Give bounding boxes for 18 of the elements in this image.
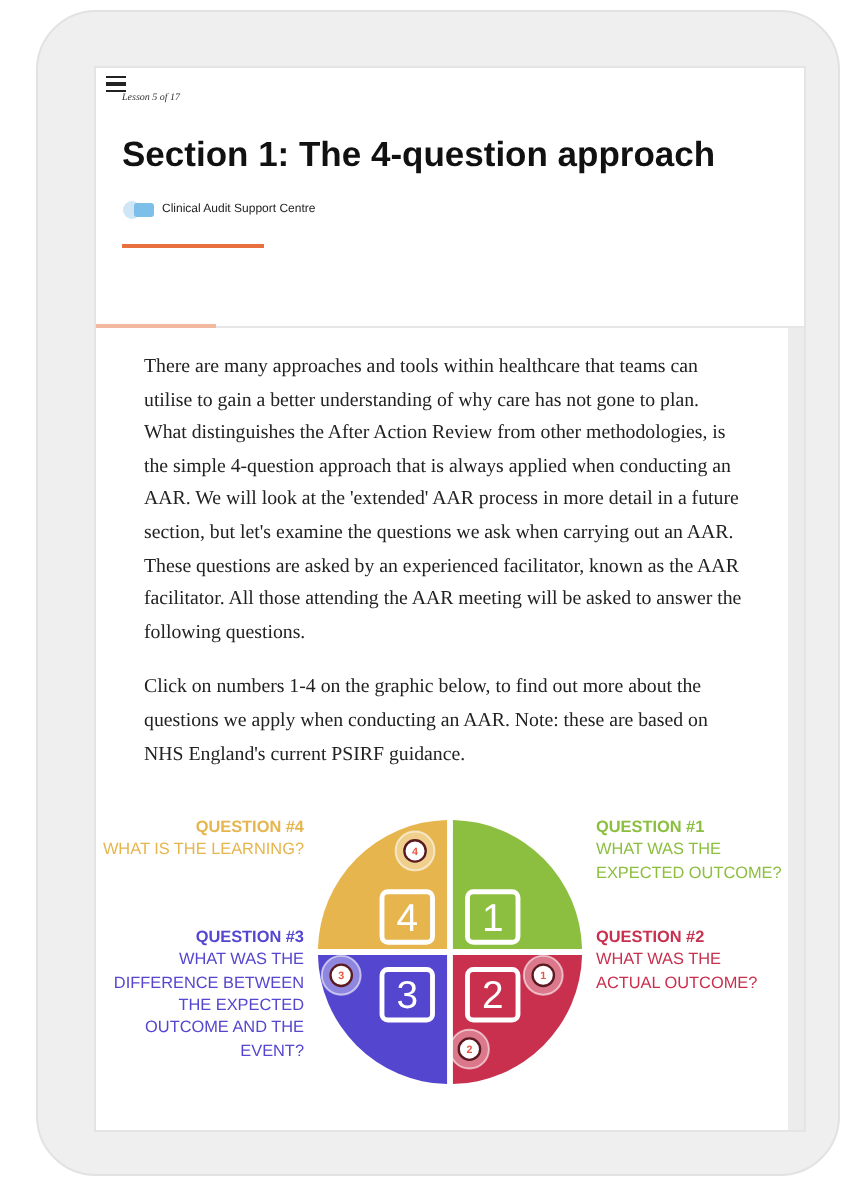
accent-line <box>122 244 264 248</box>
number-button[interactable]: 2 <box>465 967 521 1023</box>
question-heading: QUESTION #4 <box>193 816 304 839</box>
number-button[interactable]: 3 <box>379 967 435 1023</box>
menu-icon[interactable] <box>106 76 126 92</box>
question-text: WHAT WAS THE EXPECTED OUTCOME? <box>596 838 784 885</box>
question-text: WHAT WAS THE DIFFERENCE BETWEEN THE EXPECTED OUTCOME AND THE EVENT? <box>111 948 304 1062</box>
question-text: WHAT WAS THE ACTUAL OUTCOME? <box>596 948 760 995</box>
number-button[interactable]: 4 <box>379 889 435 945</box>
number-button[interactable]: 1 <box>465 889 521 945</box>
body-paragraph: Click on numbers 1-4 on the graphic below, to find out more about the questions we apply when conducting an AAR. Note: these are based on NHS England's current PSIRF guidance. <box>144 674 710 770</box>
question-text: WHAT IS THE LEARNING? <box>100 838 304 862</box>
question-heading: QUESTION #2 <box>596 926 707 949</box>
body-paragraph: There are many approaches and tools within healthcare that teams can utilise to gain a better understanding of why care has not gone to plan. What distinguishes the After Action Review from other methodologies, is the simple 4-question approach that is always applied when conducting an AAR. We will look at the 'extended' AAR process in more detail in a future section, but let's examine the questions we ask when carrying out an AAR. These questions are asked by an experienced facilitator, known as the AAR facilitator. All those attending the AAR meeting will be asked to answer the following questions. <box>144 354 744 648</box>
question-heading: QUESTION #3 <box>193 926 304 949</box>
section-title: Section 1: The 4-question approach <box>122 134 718 176</box>
question-heading: QUESTION #1 <box>596 816 707 839</box>
logo-icon <box>122 200 156 220</box>
